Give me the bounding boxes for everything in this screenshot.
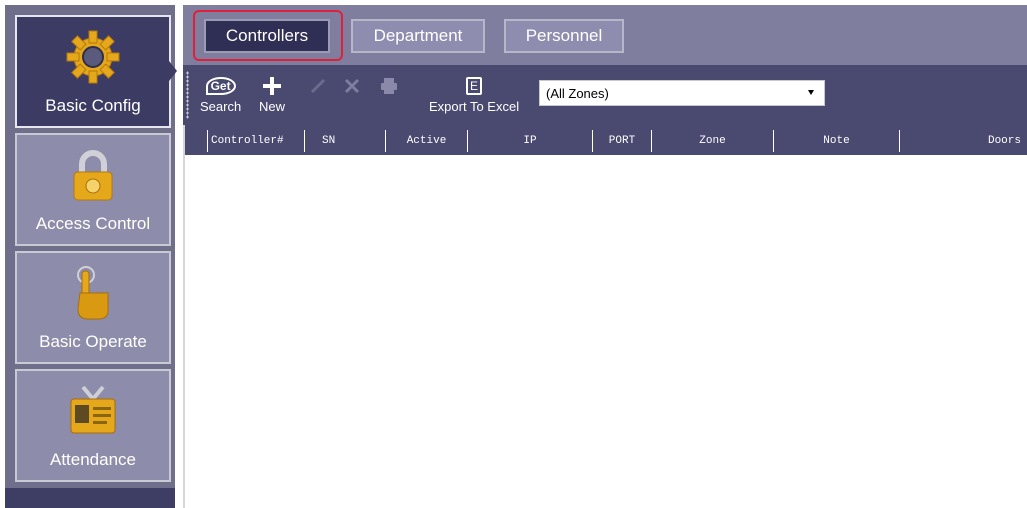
grid-body[interactable] — [183, 155, 1027, 508]
column-header-sn[interactable]: SN — [304, 130, 385, 152]
delete-button[interactable] — [344, 73, 360, 99]
new-button-label: New — [259, 99, 286, 114]
column-header-zone[interactable]: Zone — [651, 130, 773, 152]
sidebar-item-basic-config[interactable]: Basic Config — [15, 15, 177, 128]
pencil-icon — [310, 73, 326, 99]
column-header-active[interactable]: Active — [385, 130, 467, 152]
excel-export-icon: E — [466, 73, 483, 99]
grid-header: Controller# SN Active IP PORT Zone Note … — [183, 125, 1027, 155]
zone-select-value: (All Zones) — [546, 85, 609, 101]
sidebar-item-label: Basic Operate — [39, 332, 147, 351]
export-button-label: Export To Excel — [429, 99, 520, 114]
sidebar-item-label: Attendance — [49, 450, 136, 469]
new-button[interactable]: New — [259, 73, 285, 114]
tab-personnel[interactable]: Personnel — [504, 19, 624, 53]
sidebar-item-access-control[interactable]: Access Control — [15, 133, 171, 246]
chevron-down-icon — [808, 90, 814, 95]
lock-icon — [63, 145, 123, 205]
sidebar-item-basic-operate[interactable]: Basic Operate — [15, 251, 171, 364]
tab-department[interactable]: Department — [351, 19, 485, 53]
search-button[interactable]: Get Search — [200, 73, 241, 114]
gear-icon — [63, 27, 123, 87]
pointing-hand-icon — [63, 263, 123, 323]
sidebar-item-label: Basic Config — [45, 96, 141, 115]
export-excel-button[interactable]: E Export To Excel — [429, 73, 519, 114]
sidebar: Basic Config Access Control Basic Operat… — [5, 5, 177, 488]
print-button[interactable] — [380, 73, 398, 99]
sidebar-item-label: Access Control — [35, 214, 151, 233]
column-header-doors[interactable]: Doors — [899, 130, 1027, 152]
column-header-controller[interactable]: Controller# — [207, 130, 304, 152]
column-header-ip[interactable]: IP — [467, 130, 592, 152]
active-indicator — [169, 61, 177, 81]
grid-left-border — [183, 125, 185, 508]
sidebar-footer — [5, 488, 175, 508]
search-button-label: Search — [200, 99, 242, 114]
zone-select[interactable]: (All Zones) — [539, 80, 825, 106]
column-header-port[interactable]: PORT — [592, 130, 651, 152]
get-icon: Get — [205, 73, 236, 99]
toolbar: Get Search New E Export To Excel (All Zo… — [183, 65, 1027, 125]
sidebar-item-attendance[interactable]: Attendance — [15, 369, 171, 482]
tab-highlight-frame — [193, 10, 343, 61]
printer-icon — [380, 73, 398, 99]
toolbar-grip[interactable] — [186, 71, 189, 119]
column-header-note[interactable]: Note — [773, 130, 899, 152]
edit-button[interactable] — [310, 73, 326, 99]
id-badge-icon — [63, 381, 123, 441]
close-icon — [344, 73, 360, 99]
plus-icon — [263, 73, 281, 99]
